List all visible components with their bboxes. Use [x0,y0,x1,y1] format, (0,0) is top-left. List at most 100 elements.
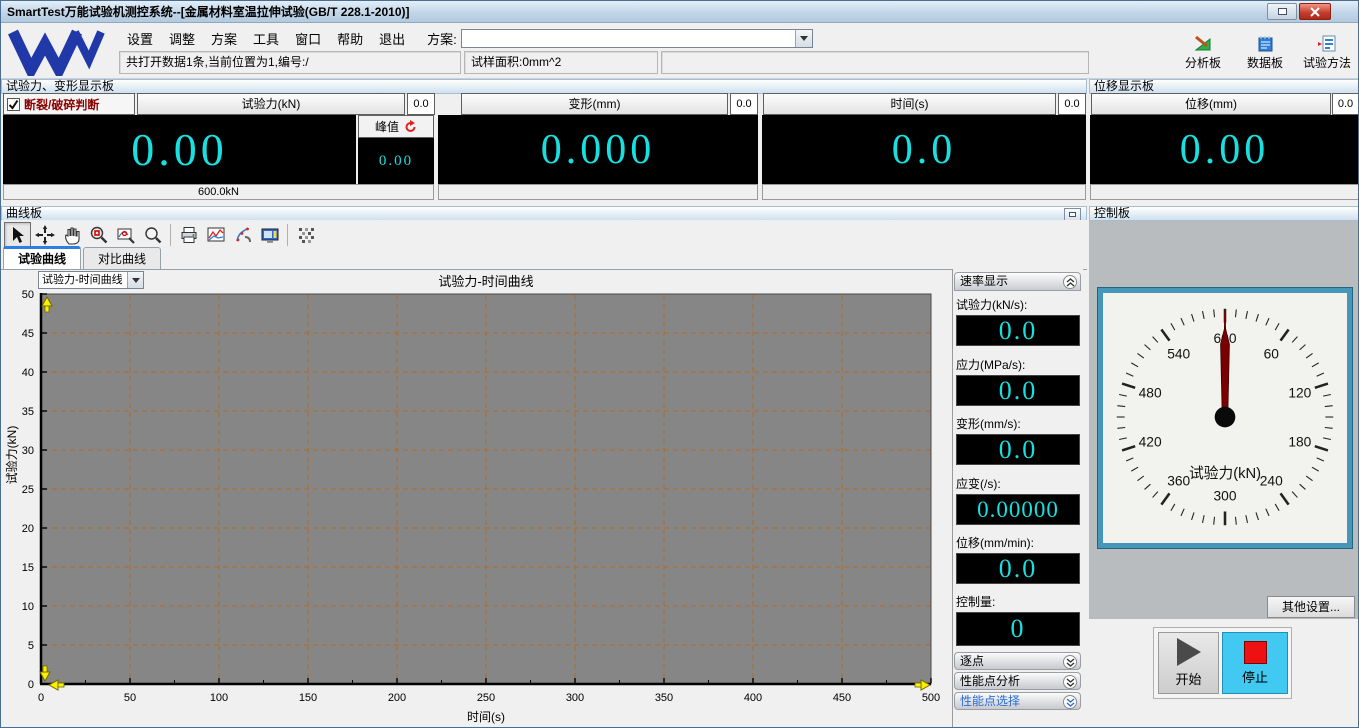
close-window-button[interactable] [1299,3,1331,20]
svg-text:480: 480 [1139,386,1162,401]
force-channel-header[interactable]: 试验力(kN) [137,93,405,115]
section-performance-analysis-label: 性能点分析 [960,674,1020,688]
svg-text:40: 40 [22,367,34,379]
cursor-tool-button[interactable] [4,222,31,247]
svg-text:150: 150 [299,692,317,704]
svg-text:540: 540 [1167,346,1190,361]
restore-icon [1278,8,1287,15]
svg-text:200: 200 [388,692,406,704]
stop-icon [1244,641,1267,664]
analysis-board-label: 分析板 [1185,54,1221,71]
svg-text:35: 35 [22,406,34,418]
zoom-region-icon [116,225,136,245]
force-display: 0.00 [3,115,356,184]
menu-bar: 设置 调整 方案 工具 窗口 帮助 退出 方案: [119,28,813,48]
analysis-board-button[interactable]: 分析板 [1175,29,1231,75]
svg-text:450: 450 [833,692,851,704]
test-method-label: 试验方法 [1303,54,1351,71]
collapse-up-icon[interactable] [1063,275,1077,289]
crosshair-icon [35,225,55,245]
force-corner-value: 0.0 [407,93,435,115]
rate-strain-label: 应变(/s): [956,475,1080,492]
zoom-out-tool-button[interactable] [139,222,166,247]
pattern-settings-button[interactable] [292,222,319,247]
section-performance-select[interactable]: 性能点选择 [954,692,1081,710]
svg-text:300: 300 [1214,489,1237,504]
menu-window[interactable]: 窗口 [287,27,329,50]
svg-text:360: 360 [1167,474,1190,489]
print-button[interactable] [175,222,202,247]
control-quantity-label: 控制量: [956,593,1080,610]
force-time-chart[interactable]: 0510152025303540455005010015020025030035… [1,287,946,727]
stop-button[interactable]: 停止 [1222,632,1288,694]
displacement-corner-value: 0.0 [1332,93,1359,115]
peak-reset-icon[interactable] [404,120,417,133]
time-channel-header[interactable]: 时间(s) [763,93,1056,115]
svg-text:350: 350 [655,692,673,704]
svg-text:180: 180 [1288,434,1311,449]
menu-adjust[interactable]: 调整 [161,27,203,50]
test-method-icon [1317,34,1337,52]
fracture-checkbox[interactable] [7,98,20,111]
displacement-display: 0.00 [1090,115,1359,184]
start-label: 开始 [1175,669,1201,688]
start-button[interactable]: 开始 [1158,632,1219,694]
displacement-panel-caption: 位移显示板 [1089,79,1359,94]
menu-help[interactable]: 帮助 [329,27,371,50]
zoom-in-tool-button[interactable] [85,222,112,247]
svg-text:0: 0 [28,679,34,691]
menu-scheme[interactable]: 方案 [203,27,245,50]
tab-compare-curve[interactable]: 对比曲线 [83,247,161,269]
play-icon [1177,638,1201,666]
svg-text:25: 25 [22,484,34,496]
menu-settings[interactable]: 设置 [119,27,161,50]
svg-text:500: 500 [922,692,940,704]
tab-test-curve[interactable]: 试验曲线 [3,246,81,269]
section-performance-analysis[interactable]: 性能点分析 [954,672,1081,690]
time-corner-value: 0.0 [1058,93,1086,115]
combo-dropdown-icon[interactable] [795,30,812,47]
restore-window-button[interactable] [1267,3,1297,20]
test-method-button[interactable]: 试验方法 [1299,29,1355,75]
deformation-channel-header[interactable]: 变形(mm) [461,93,728,115]
check-icon [8,99,19,110]
svg-text:420: 420 [1139,434,1162,449]
peak-label: 峰值 [375,118,399,135]
time-footer [762,184,1086,200]
curve-panel-title: 曲线板 [6,206,42,220]
expand-down-icon[interactable] [1063,695,1077,709]
quick-action-bar: 分析板 数据板 试验方法 [1175,29,1355,75]
hand-tool-button[interactable] [58,222,85,247]
screen-view-icon [260,225,280,245]
rate-panel-header[interactable]: 速率显示 [954,272,1081,291]
displacement-channel-header[interactable]: 位移(mm) [1091,93,1331,115]
toolbar-separator [287,224,288,246]
rate-force-label: 试验力(kN/s): [956,296,1080,313]
expand-down-icon[interactable] [1063,655,1077,669]
expand-down-icon[interactable] [1063,675,1077,689]
deformation-footer [438,184,758,200]
other-settings-button[interactable]: 其他设置... [1267,596,1355,618]
menu-exit[interactable]: 退出 [371,27,413,50]
force-panel-caption: 试验力、变形显示板 [1,79,1087,94]
fracture-check-cell[interactable]: 断裂/破碎判断 [3,93,135,115]
svg-text:60: 60 [1264,346,1280,361]
svg-text:0: 0 [38,692,44,704]
rate-stress-display: 0.0 [956,375,1080,406]
crosshair-tool-button[interactable] [31,222,58,247]
export-curve-button[interactable] [229,222,256,247]
window-title: SmartTest万能试验机测控系统--[金属材料室温拉伸试验(GB/T 228… [1,3,410,20]
zoom-region-tool-button[interactable] [112,222,139,247]
svg-text:240: 240 [1260,474,1283,489]
status-specimen-area: 试样面积:0mm^2 [464,51,658,74]
data-board-button[interactable]: 数据板 [1237,29,1293,75]
menu-tools[interactable]: 工具 [245,27,287,50]
curve-dropdown-icon[interactable] [127,272,143,288]
scheme-combobox[interactable] [461,29,813,48]
control-panel-caption: 控制板 [1089,206,1359,221]
data-board-icon [1255,34,1275,52]
screen-view-button[interactable] [256,222,283,247]
curve-chart-button[interactable] [202,222,229,247]
section-pointwise[interactable]: 逐点 [954,652,1081,670]
svg-text:50: 50 [22,289,34,301]
